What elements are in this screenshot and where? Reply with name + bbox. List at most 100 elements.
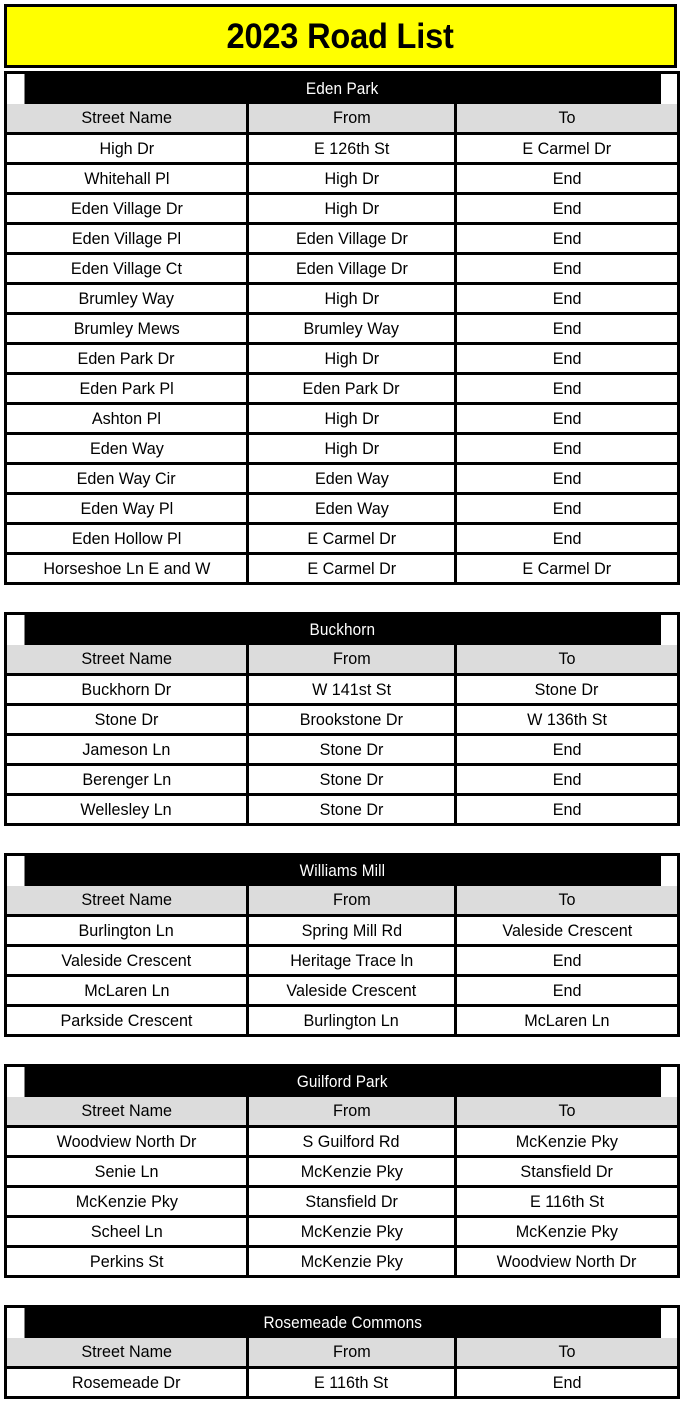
- cell-text: Stansfield Dr: [520, 1161, 614, 1181]
- cell-text: High Dr: [324, 348, 379, 368]
- from-cell: Eden Way: [246, 492, 457, 524]
- street-name-cell: Eden Way: [5, 432, 249, 464]
- cell-text: Brumley Way: [78, 288, 175, 308]
- street-name-cell: Brumley Mews: [5, 312, 249, 344]
- column-header-street-name: Street Name: [5, 1097, 249, 1127]
- from-cell: Brumley Way: [246, 312, 457, 344]
- cell-text: End: [552, 438, 582, 458]
- table-row: Horseshoe Ln E and W E Carmel Dr E Carmel …: [5, 552, 679, 584]
- cell-text: End: [552, 408, 582, 428]
- cell-text: Eden Park Pl: [79, 378, 174, 398]
- to-cell: End: [453, 312, 679, 344]
- to-cell: End: [453, 252, 679, 284]
- section-table: Buckhorn Street Name From To Buckhorn Dr W 14…: [4, 612, 681, 826]
- cell-text: E 116th St: [529, 1191, 605, 1211]
- cell-text: End: [552, 228, 582, 248]
- from-cell: Stansfield Dr: [246, 1185, 457, 1217]
- column-header-street-name: Street Name: [5, 886, 249, 916]
- section-name: Guilford Park: [296, 1072, 388, 1091]
- column-header-to: To: [453, 645, 679, 675]
- table-row: Eden Village Dr High Dr End: [5, 192, 679, 224]
- cell-text: Eden Park Dr: [78, 348, 175, 368]
- table-row: Wellesley Ln Stone Dr End: [5, 793, 679, 825]
- column-header-label: Street Name: [81, 1101, 172, 1120]
- column-header-row: Street Name From To: [5, 1097, 679, 1127]
- table-row: Valeside Crescent Heritage Trace ln End: [5, 944, 679, 976]
- cell-text: E 116th St: [314, 1372, 389, 1392]
- to-cell: End: [453, 944, 679, 976]
- section-header-row: Rosemeade Commons: [6, 1306, 679, 1338]
- column-header-label: Street Name: [81, 108, 172, 127]
- section-header-cell: Guilford Park: [22, 1065, 662, 1097]
- street-name-cell: McLaren Ln: [5, 974, 249, 1006]
- cell-text: Woodview North Dr: [497, 1251, 637, 1271]
- column-header-label: To: [558, 1342, 576, 1361]
- table-row: Eden Way High Dr End: [5, 432, 679, 464]
- cell-text: E Carmel Dr: [522, 138, 612, 158]
- cell-text: End: [552, 799, 582, 819]
- street-name-cell: Eden Hollow Pl: [5, 522, 249, 554]
- to-cell: End: [453, 793, 679, 825]
- to-cell: End: [453, 402, 679, 434]
- column-header-from: From: [246, 104, 457, 134]
- to-cell: W 136th St: [453, 703, 679, 735]
- to-cell: Valeside Crescent: [453, 914, 679, 946]
- street-name-cell: High Dr: [5, 132, 249, 164]
- section-header-cell: Buckhorn: [22, 613, 662, 645]
- cell-text: End: [552, 348, 582, 368]
- cell-text: End: [552, 198, 582, 218]
- cell-text: Berenger Ln: [82, 769, 171, 789]
- from-cell: Burlington Ln: [246, 1004, 457, 1036]
- street-name-cell: Rosemeade Dr: [5, 1366, 249, 1398]
- street-name-cell: Burlington Ln: [5, 914, 249, 946]
- tables-container: Eden Park Street Name From To High Dr E 126th…: [4, 71, 681, 1399]
- from-cell: E Carmel Dr: [246, 552, 457, 584]
- table-row: Berenger Ln Stone Dr End: [5, 763, 679, 795]
- cell-text: McLaren Ln: [83, 980, 170, 1000]
- cell-text: High Dr: [324, 168, 379, 188]
- to-cell: End: [453, 342, 679, 374]
- cell-text: High Dr: [324, 438, 379, 458]
- from-cell: S Guilford Rd: [246, 1125, 457, 1157]
- column-header-label: To: [558, 1101, 576, 1120]
- to-cell: McLaren Ln: [453, 1004, 679, 1036]
- cell-text: Burlington Ln: [303, 1010, 400, 1030]
- from-cell: Eden Park Dr: [246, 372, 457, 404]
- cell-text: McKenzie Pky: [300, 1161, 403, 1181]
- cell-text: Eden Way Cir: [76, 468, 177, 488]
- street-name-cell: Berenger Ln: [5, 763, 249, 795]
- road-list-document: 2023 Road List Eden Park Street Name From T…: [0, 0, 681, 1409]
- cell-text: End: [552, 739, 582, 759]
- street-name-cell: Eden Way Pl: [5, 492, 249, 524]
- cell-text: End: [552, 258, 582, 278]
- street-name-cell: Eden Way Cir: [5, 462, 249, 494]
- table-row: Eden Way Pl Eden Way End: [5, 492, 679, 524]
- from-cell: Stone Dr: [246, 793, 457, 825]
- column-header-to: To: [453, 886, 679, 916]
- street-name-cell: Eden Park Pl: [5, 372, 249, 404]
- cell-text: Eden Village Dr: [295, 258, 408, 278]
- section-name: Williams Mill: [299, 861, 385, 880]
- from-cell: W 141st St: [246, 673, 457, 705]
- street-name-cell: Whitehall Pl: [5, 162, 249, 194]
- table-row: Rosemeade Dr E 116th St End: [5, 1366, 679, 1398]
- to-cell: End: [453, 192, 679, 224]
- cell-text: McKenzie Pky: [300, 1251, 403, 1271]
- document-title-banner: 2023 Road List: [4, 4, 677, 68]
- table-row: Buckhorn Dr W 141st St Stone Dr: [5, 673, 679, 705]
- street-name-cell: Eden Village Pl: [5, 222, 249, 254]
- column-header-to: To: [453, 104, 679, 134]
- cell-text: E Carmel Dr: [307, 528, 396, 548]
- section-name: Eden Park: [305, 79, 379, 98]
- section-header-row: Guilford Park: [6, 1065, 679, 1097]
- cell-text: Buckhorn Dr: [81, 679, 172, 699]
- cell-text: High Dr: [324, 408, 379, 428]
- section-header-cell: Eden Park: [22, 72, 662, 104]
- cell-text: Rosemeade Dr: [72, 1372, 181, 1392]
- street-name-cell: Woodview North Dr: [5, 1125, 249, 1157]
- column-header-row: Street Name From To: [5, 886, 679, 916]
- column-header-from: From: [246, 1097, 457, 1127]
- from-cell: High Dr: [246, 342, 457, 374]
- section-table: Eden Park Street Name From To High Dr E 126th…: [4, 71, 681, 585]
- cell-text: Eden Way: [314, 498, 389, 518]
